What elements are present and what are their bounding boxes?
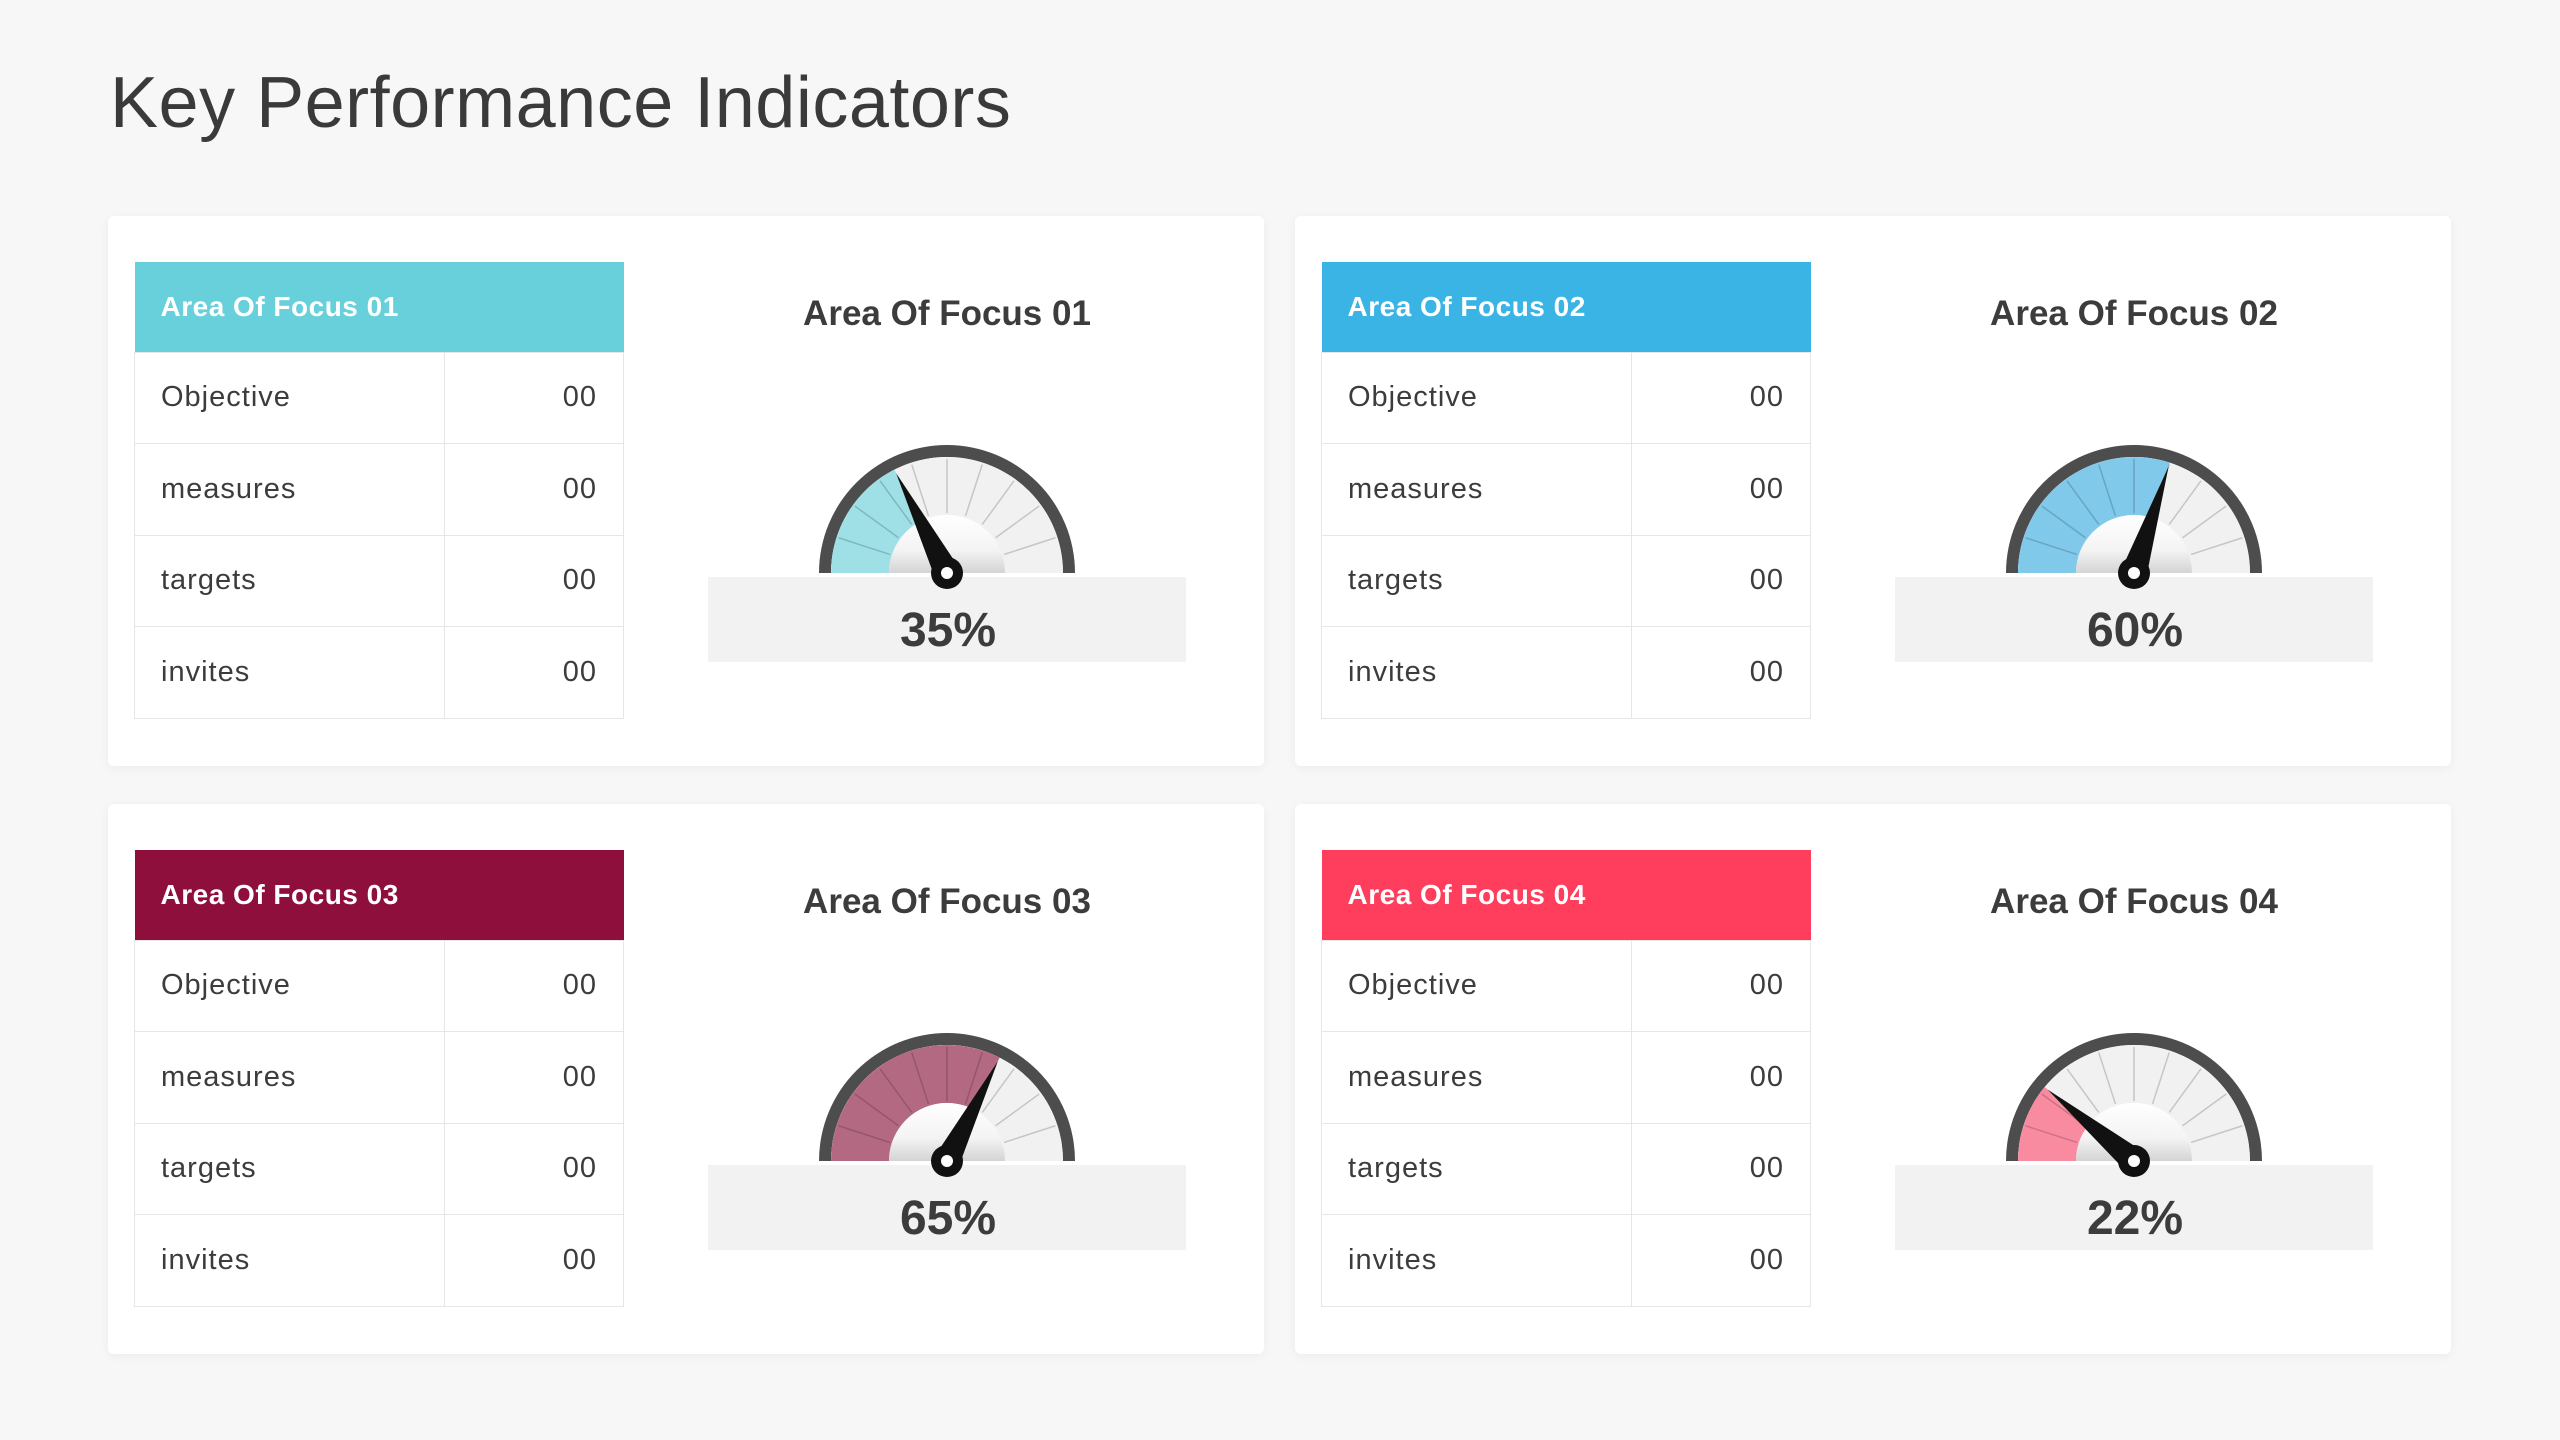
row-label: measures	[134, 443, 445, 536]
gauge-pivot-dot	[2128, 567, 2140, 579]
row-label: measures	[134, 1031, 445, 1124]
row-value: 00	[444, 534, 624, 627]
row-label: invites	[1321, 626, 1632, 719]
table-row: Objective 00	[1321, 939, 1811, 1032]
row-label: invites	[134, 1214, 445, 1307]
row-value: 00	[1631, 534, 1811, 627]
table-row: Objective 00	[134, 351, 624, 444]
kpi-table: Area Of Focus 04 Objective 00 measures 00 …	[1321, 850, 1811, 1307]
kpi-table-header: Area Of Focus 02	[1321, 262, 1811, 352]
row-value: 00	[444, 1214, 624, 1307]
row-value: 00	[444, 351, 624, 444]
table-row: targets 00	[134, 1122, 624, 1215]
gauge: 60%	[1895, 445, 2373, 662]
row-value: 00	[444, 939, 624, 1032]
table-row: measures 00	[1321, 443, 1811, 536]
table-row: invites 00	[1321, 1214, 1811, 1307]
row-label: invites	[1321, 1214, 1632, 1307]
kpi-table: Area Of Focus 02 Objective 00 measures 00 …	[1321, 262, 1811, 719]
row-value: 00	[444, 1031, 624, 1124]
row-label: targets	[1321, 1122, 1632, 1215]
table-row: targets 00	[134, 534, 624, 627]
row-value: 00	[1631, 939, 1811, 1032]
table-row: measures 00	[1321, 1031, 1811, 1124]
gauge-title: Area Of Focus 01	[803, 294, 1091, 333]
kpi-table-header: Area Of Focus 04	[1321, 850, 1811, 940]
row-value: 00	[444, 443, 624, 536]
gauge-value: 35%	[900, 604, 996, 657]
row-label: Objective	[1321, 351, 1632, 444]
table-row: targets 00	[1321, 1122, 1811, 1215]
gauge-value: 65%	[900, 1192, 996, 1245]
table-row: invites 00	[134, 1214, 624, 1307]
row-value: 00	[444, 1122, 624, 1215]
row-value: 00	[444, 626, 624, 719]
row-label: targets	[134, 534, 445, 627]
gauge-title: Area Of Focus 02	[1990, 294, 2278, 333]
gauge-pivot-dot	[2128, 1155, 2140, 1167]
gauge: 22%	[1895, 1033, 2373, 1250]
table-row: measures 00	[134, 443, 624, 536]
row-label: invites	[134, 626, 445, 719]
gauge: 65%	[708, 1033, 1186, 1250]
row-label: targets	[1321, 534, 1632, 627]
row-value: 00	[1631, 1122, 1811, 1215]
table-row: invites 00	[1321, 626, 1811, 719]
gauge-pivot-dot	[941, 1155, 953, 1167]
row-value: 00	[1631, 351, 1811, 444]
table-row: invites 00	[134, 626, 624, 719]
table-row: measures 00	[134, 1031, 624, 1124]
kpi-table-header: Area Of Focus 03	[134, 850, 624, 940]
row-label: Objective	[134, 351, 445, 444]
gauge-value: 60%	[2087, 604, 2183, 657]
row-label: measures	[1321, 1031, 1632, 1124]
kpi-card-3: Area Of Focus 03 Objective 00 measures 00 …	[108, 804, 1264, 1354]
row-value: 00	[1631, 626, 1811, 719]
gauge-title: Area Of Focus 03	[803, 882, 1091, 921]
row-label: Objective	[134, 939, 445, 1032]
gauge: 35%	[708, 445, 1186, 662]
kpi-table-header: Area Of Focus 01	[134, 262, 624, 352]
gauge-value: 22%	[2087, 1192, 2183, 1245]
gauge-title: Area Of Focus 04	[1990, 882, 2278, 921]
kpi-table: Area Of Focus 01 Objective 00 measures 00 …	[134, 262, 624, 719]
row-value: 00	[1631, 1031, 1811, 1124]
kpi-table: Area Of Focus 03 Objective 00 measures 00 …	[134, 850, 624, 1307]
row-label: targets	[134, 1122, 445, 1215]
row-label: Objective	[1321, 939, 1632, 1032]
kpi-card-1: Area Of Focus 01 Objective 00 measures 00 …	[108, 216, 1264, 766]
kpi-card-2: Area Of Focus 02 Objective 00 measures 00 …	[1295, 216, 2451, 766]
table-row: Objective 00	[1321, 351, 1811, 444]
gauge-pivot-dot	[941, 567, 953, 579]
table-row: targets 00	[1321, 534, 1811, 627]
row-value: 00	[1631, 1214, 1811, 1307]
page-title: Key Performance Indicators	[110, 63, 1012, 143]
table-row: Objective 00	[134, 939, 624, 1032]
kpi-card-4: Area Of Focus 04 Objective 00 measures 00 …	[1295, 804, 2451, 1354]
row-value: 00	[1631, 443, 1811, 536]
row-label: measures	[1321, 443, 1632, 536]
